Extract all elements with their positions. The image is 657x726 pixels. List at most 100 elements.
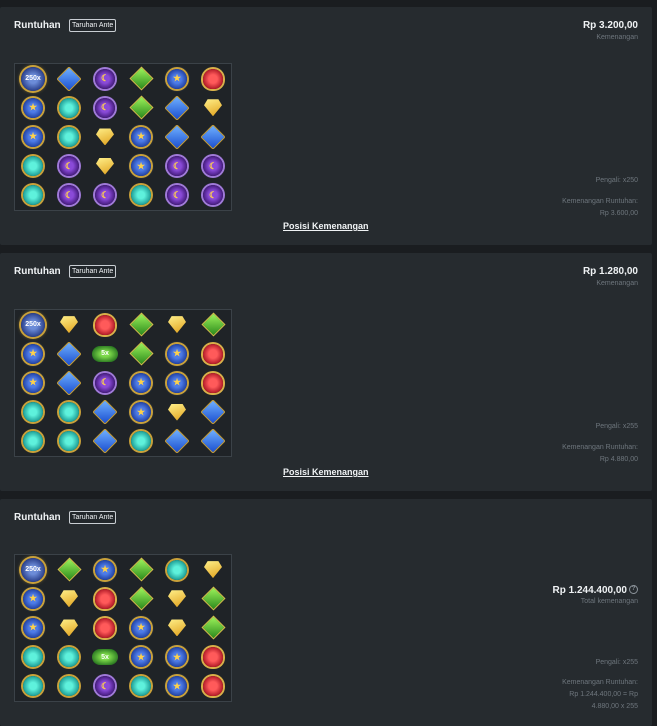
yellow-gem-icon (60, 619, 78, 637)
purple-moon-gem-icon: ☾ (59, 185, 79, 206)
winning-positions-link[interactable]: Posisi Kemenangan (283, 467, 369, 477)
win-amount-label: Kemenangan (596, 34, 638, 41)
grid-cell (15, 643, 51, 672)
cascade-win-formula: 4.880,00 x 255 (591, 703, 638, 710)
grid-cell (195, 613, 231, 642)
grid-cell (87, 398, 123, 427)
grid-cell (123, 555, 159, 584)
blue-star-gem-icon: ★ (131, 402, 151, 423)
yellow-gem-icon (96, 157, 114, 175)
multiplier-orb-icon: 250x (21, 66, 45, 91)
grid-cell: ★ (15, 122, 51, 151)
green-gem-icon (200, 586, 226, 611)
grid-cell (51, 339, 87, 368)
purple-moon-gem-icon: ☾ (95, 372, 115, 393)
blue-star-gem-icon: ★ (167, 68, 187, 89)
grid-cell (51, 427, 87, 456)
blue-diamond-gem-icon (56, 370, 82, 396)
cascade-win-label: Kemenangan Runtuhan: (562, 679, 638, 686)
blue-star-gem-icon: ★ (167, 372, 187, 393)
grid-cell (159, 398, 195, 427)
red-heart-gem-icon (203, 68, 223, 89)
grid-cell: ★ (15, 93, 51, 122)
grid-cell (195, 672, 231, 701)
grid-cell: ★ (159, 643, 195, 672)
grid-cell: ★ (159, 339, 195, 368)
green-gem-icon (200, 312, 226, 337)
teal-round-gem-icon (23, 676, 43, 697)
yellow-gem-icon (168, 316, 186, 334)
reel-grid: 250x ★ ★ ★ ★ 5x ★ ★ ☾ ★ (14, 554, 232, 702)
blue-diamond-gem-icon (200, 399, 226, 425)
grid-cell (87, 152, 123, 181)
teal-round-gem-icon (23, 647, 43, 668)
grid-cell: 5x (87, 643, 123, 672)
grid-cell (159, 555, 195, 584)
purple-moon-gem-icon: ☾ (95, 676, 115, 697)
grid-cell (195, 122, 231, 151)
grid-cell (195, 555, 231, 584)
purple-moon-gem-icon: ☾ (59, 156, 79, 177)
blue-star-gem-icon: ★ (131, 126, 151, 147)
teal-round-gem-icon (59, 402, 79, 423)
grid-cell (51, 584, 87, 613)
win-amount: Rp 1.280,00 (582, 266, 638, 277)
multiplier-text: Pengali: x255 (595, 423, 638, 430)
grid-cell: 250x (15, 555, 51, 584)
yellow-gem-icon (60, 316, 78, 334)
teal-round-gem-icon (167, 559, 187, 580)
purple-moon-gem-icon: ☾ (167, 185, 187, 206)
grid-cell: ★ (123, 152, 159, 181)
grid-cell: ☾ (87, 368, 123, 397)
grid-cell (159, 122, 195, 151)
grid-cell: ★ (123, 122, 159, 151)
grid-cell (195, 64, 231, 93)
grid-cell (51, 672, 87, 701)
grid-cell (51, 613, 87, 642)
grid-cell (195, 310, 231, 339)
grid-cell (87, 584, 123, 613)
grid-cell (51, 643, 87, 672)
grid-cell: ★ (159, 64, 195, 93)
cascade-panel-2: Runtuhan Taruhan Ante Rp 1.280,00 Kemena… (0, 253, 652, 491)
yellow-gem-icon (204, 561, 222, 579)
purple-moon-gem-icon: ☾ (95, 68, 115, 89)
grid-cell (15, 672, 51, 701)
grid-cell: ☾ (159, 152, 195, 181)
teal-round-gem-icon (23, 431, 43, 452)
red-heart-gem-icon (95, 314, 115, 335)
grid-cell (159, 310, 195, 339)
blue-star-gem-icon: ★ (167, 647, 187, 668)
winning-positions-link[interactable]: Posisi Kemenangan (283, 221, 369, 231)
info-icon[interactable]: ? (629, 585, 638, 594)
grid-cell: ★ (123, 643, 159, 672)
grid-cell: ☾ (87, 181, 123, 210)
grid-cell (15, 152, 51, 181)
reel-grid: 250x ★ 5x ★ ★ ☾ ★ ★ ★ (14, 309, 232, 457)
grid-cell: ☾ (195, 152, 231, 181)
green-gem-icon (128, 341, 154, 366)
cascade-win-value: Rp 4.880,00 (599, 456, 638, 463)
blue-star-gem-icon: ★ (23, 372, 43, 393)
grid-cell: ☾ (87, 64, 123, 93)
blue-star-gem-icon: ★ (167, 343, 187, 364)
grid-cell (159, 584, 195, 613)
grid-cell: ★ (123, 368, 159, 397)
panel-title: Runtuhan (14, 20, 61, 31)
grid-cell (87, 310, 123, 339)
yellow-gem-icon (168, 590, 186, 608)
teal-round-gem-icon (131, 676, 151, 697)
grid-cell: ★ (15, 584, 51, 613)
multiplier-text: Pengali: x250 (595, 177, 638, 184)
yellow-gem-icon (204, 99, 222, 117)
teal-round-gem-icon (59, 647, 79, 668)
grid-cell: ★ (87, 555, 123, 584)
purple-moon-gem-icon: ☾ (95, 185, 115, 206)
purple-moon-gem-icon: ☾ (203, 156, 223, 177)
grid-cell (159, 427, 195, 456)
grid-cell (51, 310, 87, 339)
grid-cell: ★ (123, 398, 159, 427)
panel-title: Runtuhan (14, 266, 61, 277)
teal-round-gem-icon (59, 676, 79, 697)
red-heart-gem-icon (95, 617, 115, 638)
